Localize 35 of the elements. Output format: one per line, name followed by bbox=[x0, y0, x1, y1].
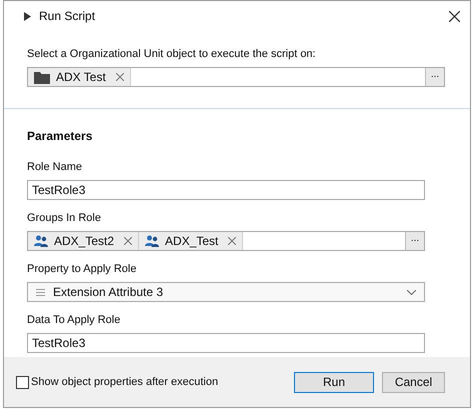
target-label: Select a Organizational Unit object to execute the script on: bbox=[27, 47, 317, 61]
dropdown[interactable]: Extension Attribute 3 bbox=[27, 282, 425, 302]
browse-button[interactable]: ... bbox=[425, 68, 444, 86]
field-label: Groups In Role bbox=[27, 211, 102, 225]
people-icon bbox=[145, 235, 160, 247]
chip[interactable]: ADX_Test bbox=[139, 232, 244, 250]
checkbox[interactable] bbox=[16, 376, 29, 388]
checkbox-label: Show object properties after execution bbox=[31, 374, 218, 390]
window-title: Run Script bbox=[39, 8, 96, 25]
list-icon bbox=[36, 288, 45, 296]
chip[interactable]: ADX Test bbox=[28, 68, 131, 86]
text-field[interactable]: TestRole3 bbox=[27, 180, 425, 200]
chip-label: ADX_Test bbox=[165, 233, 218, 250]
browse-button[interactable]: ... bbox=[405, 232, 424, 250]
text-field[interactable]: TestRole3 bbox=[27, 333, 425, 353]
close-icon[interactable] bbox=[449, 10, 460, 22]
dialog-button[interactable]: Run bbox=[294, 372, 374, 392]
dropdown-value: Extension Attribute 3 bbox=[53, 284, 164, 301]
chip[interactable]: ADX_Test2 bbox=[28, 232, 140, 250]
object-picker-field[interactable]: ADX Test ... bbox=[27, 67, 445, 87]
remove-icon[interactable] bbox=[124, 237, 132, 245]
object-picker-field[interactable]: ADX_Test2 ADX_Test ... bbox=[27, 231, 425, 251]
remove-icon[interactable] bbox=[228, 237, 236, 245]
field-label: Role Name bbox=[27, 160, 84, 174]
dialog-button[interactable]: Cancel bbox=[382, 372, 445, 392]
chevron-down-icon bbox=[407, 290, 416, 294]
field-label: Data To Apply Role bbox=[27, 313, 122, 327]
field-label: Property to Apply Role bbox=[27, 262, 138, 276]
section-heading: Parameters bbox=[27, 128, 94, 145]
remove-icon[interactable] bbox=[116, 73, 124, 81]
chip-label: ADX Test bbox=[56, 69, 106, 86]
people-icon bbox=[34, 235, 48, 247]
folder-icon bbox=[34, 70, 50, 84]
play-icon bbox=[24, 12, 31, 20]
chip-label: ADX_Test2 bbox=[54, 233, 114, 250]
